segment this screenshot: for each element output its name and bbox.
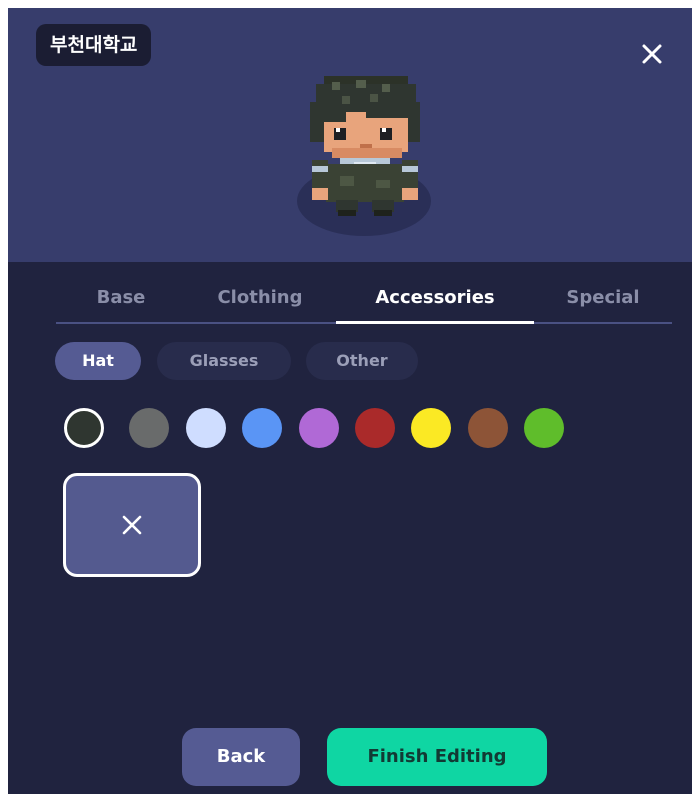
color-swatch[interactable] bbox=[64, 408, 104, 448]
close-button[interactable] bbox=[634, 36, 670, 72]
color-swatch[interactable] bbox=[129, 408, 169, 448]
color-swatch[interactable] bbox=[355, 408, 395, 448]
avatar-preview-area: 부천대학교 bbox=[8, 8, 692, 262]
back-button[interactable]: Back bbox=[182, 728, 300, 786]
avatar-character bbox=[310, 76, 420, 216]
category-tabs: Base Clothing Accessories Special bbox=[56, 280, 672, 324]
none-icon bbox=[122, 515, 142, 535]
subtab-hat[interactable]: Hat bbox=[55, 342, 141, 380]
tab-special[interactable]: Special bbox=[534, 280, 672, 322]
tab-base[interactable]: Base bbox=[56, 280, 186, 322]
color-swatch[interactable] bbox=[242, 408, 282, 448]
tab-clothing[interactable]: Clothing bbox=[186, 280, 334, 322]
color-swatch[interactable] bbox=[411, 408, 451, 448]
color-swatch[interactable] bbox=[524, 408, 564, 448]
org-badge: 부천대학교 bbox=[36, 24, 152, 66]
subtab-glasses[interactable]: Glasses bbox=[157, 342, 291, 380]
avatar-editor-panel: 부천대학교 Base Clothing Accessories Special … bbox=[8, 8, 692, 794]
finish-editing-button[interactable]: Finish Editing bbox=[327, 728, 547, 786]
item-none-tile[interactable] bbox=[63, 473, 201, 577]
color-swatch[interactable] bbox=[468, 408, 508, 448]
close-icon bbox=[642, 44, 662, 64]
tab-accessories[interactable]: Accessories bbox=[336, 280, 534, 324]
subtab-other[interactable]: Other bbox=[306, 342, 418, 380]
color-swatch[interactable] bbox=[299, 408, 339, 448]
color-swatch[interactable] bbox=[186, 408, 226, 448]
